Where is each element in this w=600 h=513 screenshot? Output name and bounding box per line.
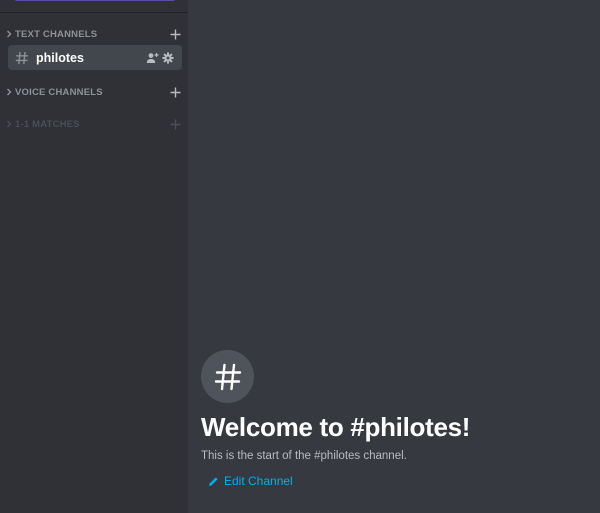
category-voice-channels[interactable]: VOICE CHANNELS bbox=[4, 83, 182, 101]
hash-icon bbox=[14, 50, 30, 66]
edit-channel-label: Edit Channel bbox=[224, 474, 293, 488]
add-icon bbox=[170, 119, 180, 129]
category-label: TEXT CHANNELS bbox=[15, 28, 98, 40]
chevron-right-icon bbox=[4, 25, 14, 43]
gear-icon[interactable] bbox=[161, 51, 175, 65]
add-channel-button[interactable] bbox=[168, 27, 182, 41]
channel-sidebar: TEXT CHANNELS philotes VOICE CHANNELS 1-… bbox=[0, 0, 188, 513]
edit-channel-link[interactable]: Edit Channel bbox=[201, 474, 600, 488]
welcome-subtitle: This is the start of the #philotes chann… bbox=[201, 450, 407, 462]
add-channel-button[interactable] bbox=[168, 85, 182, 99]
channel-name: philotes bbox=[36, 50, 84, 65]
hash-icon bbox=[201, 350, 254, 403]
category-text-channels[interactable]: TEXT CHANNELS bbox=[4, 25, 182, 43]
add-channel-button[interactable] bbox=[168, 117, 182, 131]
category-1-1-matches[interactable]: 1-1 MATCHES bbox=[4, 115, 182, 133]
pencil-icon bbox=[207, 475, 219, 487]
channel-welcome: Welcome to #philotes! This is the start … bbox=[201, 350, 600, 488]
add-member-icon[interactable] bbox=[145, 51, 159, 65]
category-label: VOICE CHANNELS bbox=[15, 86, 103, 98]
add-icon bbox=[170, 29, 180, 39]
welcome-title: Welcome to #philotes! bbox=[201, 412, 471, 442]
channel-philotes[interactable]: philotes bbox=[8, 45, 182, 70]
server-header[interactable] bbox=[0, 0, 188, 13]
chat-area: Welcome to #philotes! This is the start … bbox=[188, 0, 600, 513]
chevron-right-icon bbox=[4, 83, 14, 101]
category-label: 1-1 MATCHES bbox=[15, 118, 80, 130]
app: TEXT CHANNELS philotes VOICE CHANNELS 1-… bbox=[0, 0, 600, 513]
server-header-accent bbox=[14, 0, 176, 1]
chevron-right-icon bbox=[4, 115, 14, 133]
add-icon bbox=[170, 87, 180, 97]
